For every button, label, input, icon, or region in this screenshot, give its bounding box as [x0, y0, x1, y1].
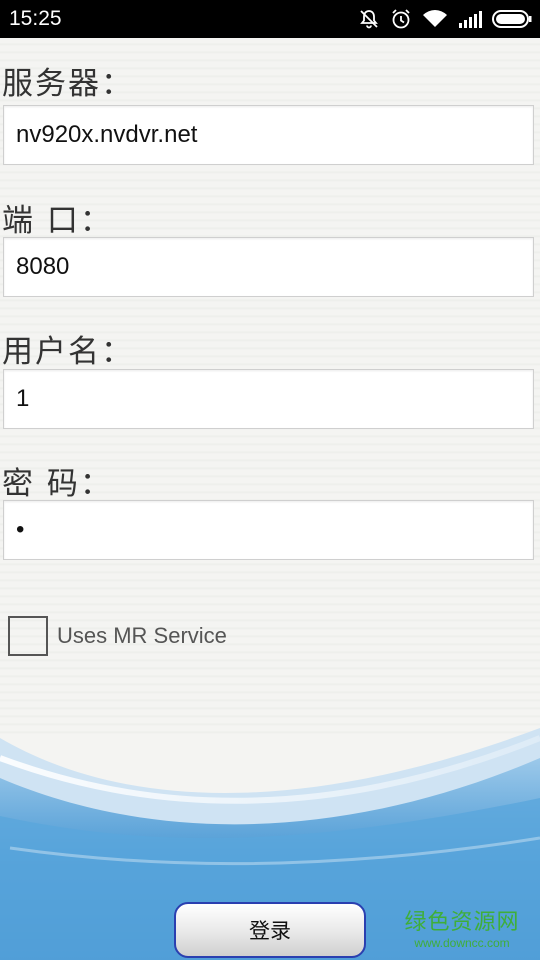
status-icons	[358, 7, 532, 31]
watermark: 绿色资源网 www.downcc.com	[402, 904, 522, 950]
password-label: 密 码：	[2, 466, 113, 502]
status-time: 15:25	[9, 7, 62, 30]
battery-icon	[492, 9, 532, 29]
status-bar: 15:25	[0, 0, 540, 38]
login-button[interactable]: 登录	[174, 902, 366, 958]
username-label: 用户名：	[2, 334, 134, 370]
server-label: 服务器：	[2, 66, 134, 102]
port-label: 端 口：	[2, 203, 113, 239]
bell-off-icon	[358, 8, 380, 30]
watermark-main: 绿色资源网	[404, 910, 520, 935]
server-input[interactable]: nv920x.nvdvr.net	[3, 105, 534, 165]
login-screen: 服务器： nv920x.nvdvr.net 端 口： 8080 用户名： 1 密…	[0, 38, 540, 960]
login-button-label: 登录	[249, 919, 291, 943]
mr-service-checkbox[interactable]	[8, 616, 48, 656]
alarm-icon	[390, 8, 412, 30]
wifi-icon	[422, 9, 448, 29]
username-input[interactable]: 1	[3, 369, 534, 429]
watermark-sub: www.downcc.com	[414, 936, 510, 950]
port-input[interactable]: 8080	[3, 237, 534, 297]
mr-service-label[interactable]: Uses MR Service	[57, 623, 227, 649]
password-input[interactable]: •	[3, 500, 534, 560]
signal-icon	[458, 10, 482, 28]
